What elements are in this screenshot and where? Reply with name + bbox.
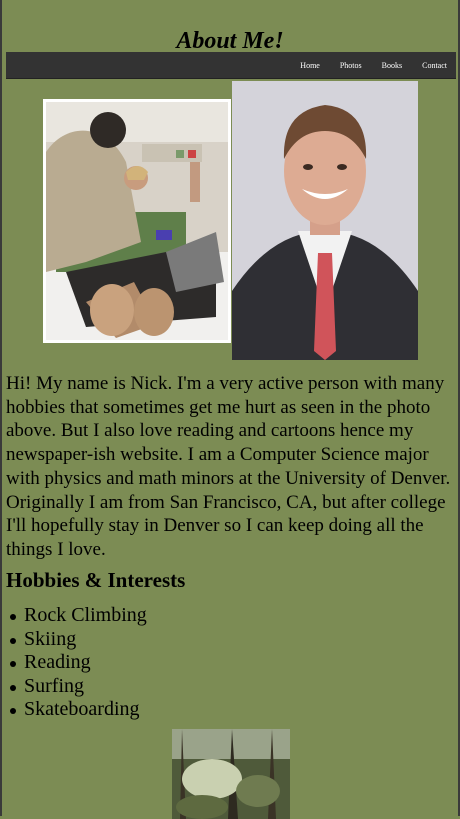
nav-item-label[interactable]: Contact — [422, 61, 447, 70]
forest-photo-image — [172, 729, 290, 819]
list-item: Skateboarding — [6, 698, 147, 722]
nav-item-contact[interactable]: Contact — [411, 52, 456, 78]
intro-paragraph: Hi! My name is Nick. I'm a very active p… — [6, 373, 451, 560]
hobbies-list: Rock Climbing Skiing Reading Surfing Ska… — [6, 604, 147, 722]
hospital-photo-image — [46, 102, 228, 340]
portrait-photo — [232, 81, 418, 360]
nav-item-home[interactable]: Home — [289, 52, 329, 78]
nav-item-label[interactable]: Books — [382, 61, 402, 70]
window-frame-left — [0, 0, 2, 816]
list-item: Rock Climbing — [6, 604, 147, 628]
top-nav-bar: Home Photos Books Contact — [6, 52, 456, 79]
nav-item-label[interactable]: Home — [300, 61, 320, 70]
list-item: Skiing — [6, 628, 147, 652]
hospital-photo — [43, 99, 231, 343]
forest-photo — [172, 729, 290, 819]
portrait-photo-image — [232, 81, 418, 360]
hobbies-heading: Hobbies & Interests — [6, 568, 186, 592]
nav-item-photos[interactable]: Photos — [329, 52, 371, 78]
nav-item-label[interactable]: Photos — [340, 61, 362, 70]
list-item: Surfing — [6, 675, 147, 699]
list-item: Reading — [6, 651, 147, 675]
nav-item-books[interactable]: Books — [371, 52, 411, 78]
